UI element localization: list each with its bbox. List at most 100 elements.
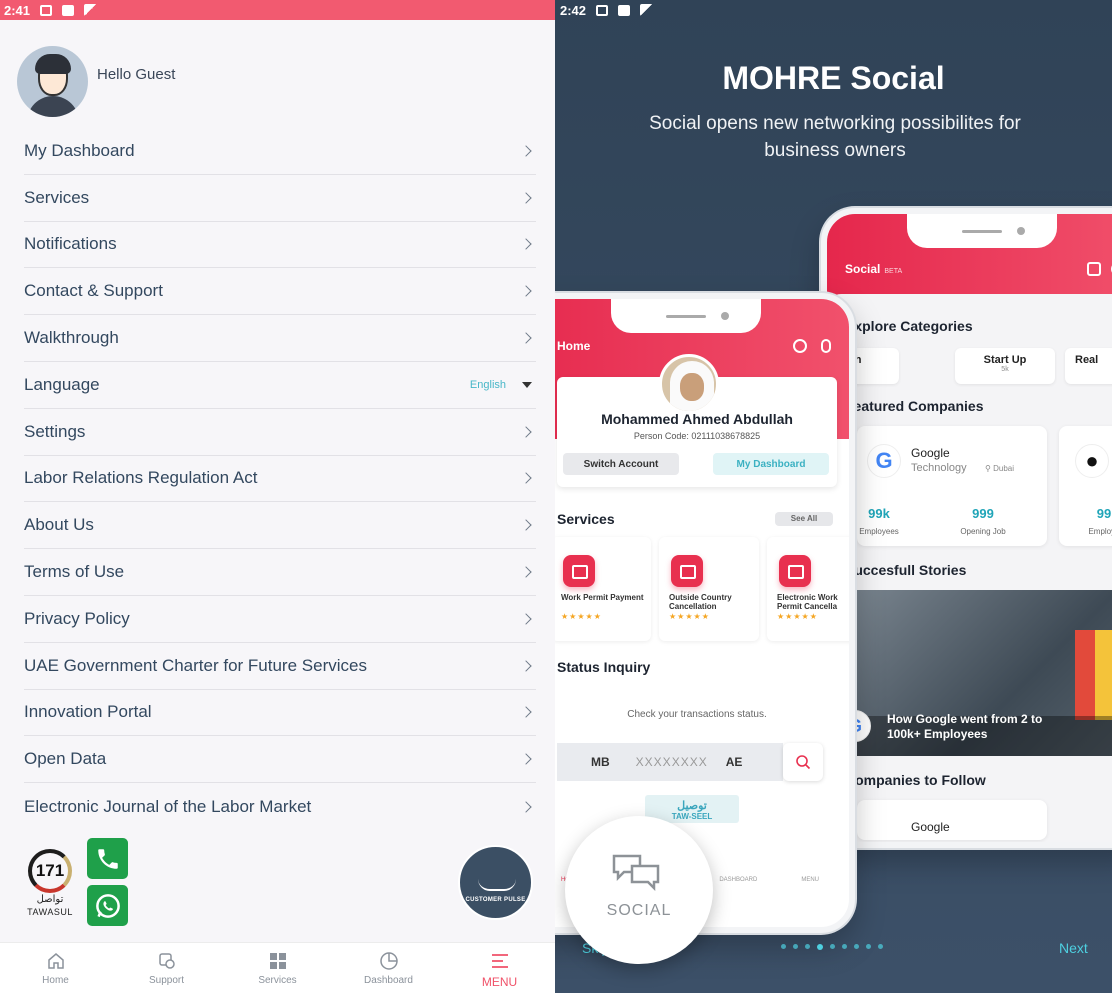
user-photo: [659, 354, 719, 414]
transaction-number-field[interactable]: MB XXXXXXXX AE: [557, 743, 783, 781]
tawasul-arabic: تواصل: [36, 894, 64, 905]
play-icon: [640, 4, 654, 16]
chevron-right-icon: [520, 613, 532, 625]
status-inquiry-title: Status Inquiry: [557, 659, 651, 675]
menu-item-labor-relations-regulation-act[interactable]: Labor Relations Regulation Act: [24, 456, 536, 503]
menu-item-label: Walkthrough: [24, 328, 119, 348]
category-real: Real: [1065, 348, 1112, 384]
tawseel-arabic: توصيل: [677, 800, 707, 812]
company-category: Technology: [911, 462, 967, 474]
menu-item-my-dashboard[interactable]: My Dashboard: [24, 128, 536, 175]
service-rating: ★★★★★: [669, 612, 710, 621]
company-location: ⚲ Dubai: [985, 464, 1014, 473]
explore-categories-title: Explore Categories: [845, 318, 973, 334]
page-dot[interactable]: [805, 944, 810, 949]
page-dot[interactable]: [854, 944, 859, 949]
chevron-right-icon: [520, 659, 532, 672]
menu-item-terms-of-use[interactable]: Terms of Use: [24, 549, 536, 596]
category-startup: Start Up 5k: [955, 348, 1055, 384]
inquiry-search-button[interactable]: [783, 743, 823, 781]
tab-services[interactable]: Services: [222, 943, 333, 993]
page-dot[interactable]: [878, 944, 883, 949]
dropdown-caret-icon: [522, 381, 532, 388]
menu-item-uae-government-charter-for-future-services[interactable]: UAE Government Charter for Future Servic…: [24, 643, 536, 690]
chevron-right-icon: [520, 285, 532, 297]
menu-item-open-data[interactable]: Open Data: [24, 736, 536, 784]
social-label: SOCIAL: [606, 902, 672, 919]
status-bar-right: 2:42: [555, 0, 1112, 20]
page-dot[interactable]: [817, 943, 823, 950]
chevron-right-icon: [520, 192, 532, 204]
page-dot[interactable]: [793, 944, 798, 949]
story-caption: How Google went from 2 to 100k+ Employee…: [887, 712, 1043, 741]
company-card-apple: ● 99Employe: [1059, 426, 1112, 546]
phone-call-button[interactable]: [87, 838, 128, 879]
page-dot[interactable]: [842, 944, 847, 949]
tab-label: Services: [258, 975, 297, 986]
home-title: Home: [557, 339, 591, 353]
walkthrough-title: MOHRE Social: [722, 60, 945, 96]
customer-pulse-label: CUSTOMER PULSE: [465, 897, 526, 903]
follow-company-name: Google: [911, 820, 950, 834]
language-select[interactable]: English: [470, 379, 532, 391]
menu-item-label: Electronic Journal of the Labor Market: [24, 796, 312, 816]
google-logo-icon: G: [867, 444, 901, 478]
beta-badge: BETA: [884, 268, 903, 275]
social-header: Social BETA: [845, 262, 902, 276]
chevron-right-icon: [520, 145, 532, 157]
tawasul-label: TAWASUL: [27, 907, 73, 917]
menu-item-innovation-portal[interactable]: Innovation Portal: [24, 690, 536, 737]
next-button[interactable]: Next: [1059, 940, 1088, 956]
tab-home[interactable]: Home: [0, 943, 111, 993]
tab-support[interactable]: Support: [111, 943, 222, 993]
nav-dashboard: DASHBOARD: [719, 877, 758, 883]
menu-item-label: My Dashboard: [24, 140, 135, 160]
service-icon: [563, 555, 595, 587]
profile-header[interactable]: Hello Guest: [17, 46, 175, 117]
grid-icon: [267, 951, 289, 971]
apple-logo-icon: ●: [1075, 444, 1109, 478]
whatsapp-icon: [95, 893, 120, 918]
menu-item-settings[interactable]: Settings: [24, 409, 536, 456]
tab-menu[interactable]: MENU: [444, 943, 555, 993]
menu-item-language[interactable]: Language English: [24, 362, 536, 409]
avatar[interactable]: [17, 46, 88, 117]
pie-chart-icon: [378, 951, 400, 971]
language-value: English: [469, 378, 506, 391]
my-dashboard-button[interactable]: My Dashboard: [713, 453, 829, 475]
menu-item-contact-support[interactable]: Contact & Support: [24, 268, 536, 316]
successful-stories-title: Succesfull Stories: [845, 562, 967, 578]
chevron-right-icon: [520, 800, 532, 813]
menu-item-privacy-policy[interactable]: Privacy Policy: [24, 596, 536, 643]
side-menu-list: My Dashboard Services Notifications Contact…: [24, 128, 536, 830]
status-inquiry-card: Check your transactions status. MB XXXXX…: [557, 685, 837, 835]
menu-item-walkthrough[interactable]: Walkthrough: [24, 315, 536, 362]
chevron-right-icon: [520, 238, 532, 251]
social-body: Explore Categories Tech12k Start Up5k Re…: [827, 294, 1112, 842]
customer-pulse-button[interactable]: CUSTOMER PULSE: [458, 845, 533, 920]
microphone-icon: [821, 339, 831, 353]
menu-item-notifications[interactable]: Notifications: [24, 222, 536, 269]
companies-to-follow-title: Companies to Follow: [845, 772, 986, 788]
page-dot[interactable]: [830, 944, 835, 949]
app-a-icon: [596, 4, 609, 16]
service-card[interactable]: Outside Country Cancellation ★★★★★: [659, 537, 759, 641]
whatsapp-button[interactable]: [87, 885, 128, 926]
service-card[interactable]: Electronic Work Permit Cancella ★★★★★: [767, 537, 849, 641]
company-name: Google: [911, 446, 950, 460]
menu-item-label: Labor Relations Regulation Act: [24, 468, 258, 488]
switch-account-button[interactable]: Switch Account: [563, 453, 679, 475]
tab-label: Home: [42, 975, 69, 986]
page-dot[interactable]: [781, 944, 786, 949]
menu-item-label: Settings: [24, 421, 86, 441]
menu-item-about-us[interactable]: About Us: [24, 502, 536, 550]
menu-item-electronic-journal-of-the-labor-market[interactable]: Electronic Journal of the Labor Market: [24, 783, 536, 830]
service-card[interactable]: Work Permit Payment ★★★★★: [555, 537, 651, 641]
tawasul-logo[interactable]: 171 تواصل TAWASUL: [24, 849, 76, 917]
greeting-text: Hello Guest: [97, 66, 176, 83]
page-dot[interactable]: [866, 944, 871, 949]
menu-item-services[interactable]: Services: [24, 175, 536, 222]
tab-dashboard[interactable]: Dashboard: [333, 943, 444, 993]
person-code: Person Code: 02111038678825: [633, 431, 761, 441]
see-all-button[interactable]: See All: [775, 512, 833, 526]
